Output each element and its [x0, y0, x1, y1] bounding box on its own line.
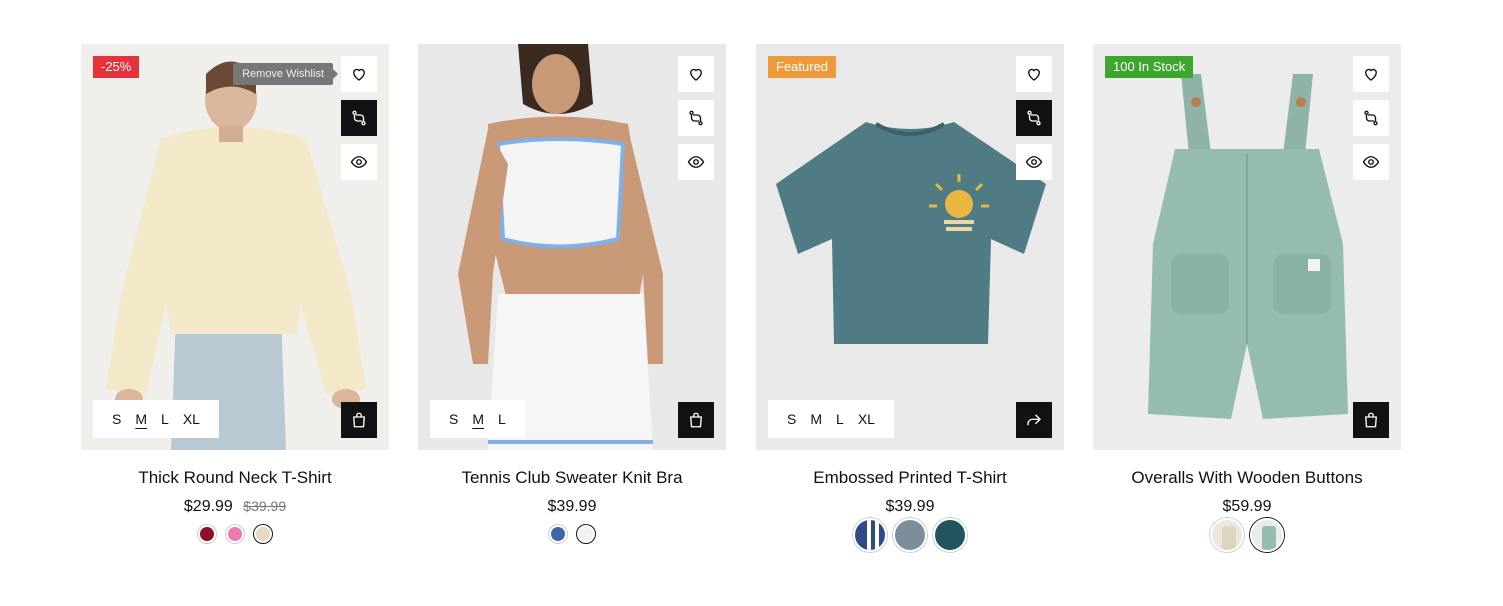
- remove-wishlist-tooltip: Remove Wishlist: [233, 63, 338, 85]
- featured-badge: Featured: [768, 56, 837, 78]
- swatch-image-teal[interactable]: [933, 518, 967, 552]
- heart-icon: [1028, 68, 1040, 81]
- product-title[interactable]: Embossed Printed T-Shirt: [756, 468, 1064, 488]
- size-selector: S M L XL: [768, 400, 894, 438]
- eye-icon: [1025, 156, 1043, 168]
- size-option[interactable]: L: [498, 411, 506, 427]
- swatch-image-grey-blue[interactable]: [893, 518, 927, 552]
- bag-icon: [690, 412, 702, 428]
- wishlist-button[interactable]: [1353, 56, 1389, 92]
- share-button[interactable]: [1016, 402, 1052, 438]
- share-icon: [1027, 414, 1041, 426]
- product-image-area[interactable]: -25% Remove Wishlist S M L XL: [81, 44, 389, 450]
- eye-icon: [1362, 156, 1380, 168]
- size-option[interactable]: L: [161, 411, 169, 427]
- swatch-image-beige[interactable]: [1210, 518, 1244, 552]
- size-option[interactable]: L: [836, 411, 844, 427]
- color-swatch-burgundy[interactable]: [198, 525, 216, 543]
- swatch-image-sage[interactable]: [1250, 518, 1284, 552]
- current-price: $59.99: [1222, 498, 1272, 515]
- compare-icon: [1027, 110, 1041, 126]
- product-image-area[interactable]: 100 In Stock: [1093, 44, 1401, 450]
- color-swatch-pink[interactable]: [226, 525, 244, 543]
- wishlist-button[interactable]: [678, 56, 714, 92]
- size-option[interactable]: S: [112, 411, 121, 427]
- color-swatches: [81, 525, 389, 543]
- size-selector: S M L: [430, 400, 525, 438]
- add-to-cart-button[interactable]: [341, 402, 377, 438]
- current-price: $39.99: [547, 498, 597, 515]
- price-row: $29.99 $39.99: [81, 498, 389, 516]
- product-actions: [678, 56, 714, 188]
- compare-icon: [1364, 110, 1378, 126]
- product-actions: [1353, 56, 1389, 188]
- size-selector: S M L XL: [93, 400, 219, 438]
- size-option[interactable]: XL: [858, 411, 875, 427]
- price-row: $59.99: [1093, 498, 1401, 516]
- product-title[interactable]: Overalls With Wooden Buttons: [1093, 468, 1401, 488]
- product-card: 100 In Stock Overalls With Wooden Button…: [1093, 44, 1401, 552]
- color-swatch-blue[interactable]: [549, 525, 567, 543]
- quick-view-button[interactable]: [678, 144, 714, 180]
- price-row: $39.99: [756, 498, 1064, 516]
- size-option[interactable]: M: [810, 411, 822, 427]
- product-title[interactable]: Thick Round Neck T-Shirt: [81, 468, 389, 488]
- product-grid: -25% Remove Wishlist S M L XL Thick Roun…: [81, 44, 1401, 584]
- heart-icon: [353, 68, 365, 81]
- add-to-cart-button[interactable]: [678, 402, 714, 438]
- product-image-area[interactable]: Featured S M L XL: [756, 44, 1064, 450]
- quick-view-button[interactable]: [341, 144, 377, 180]
- size-option[interactable]: XL: [183, 411, 200, 427]
- color-swatches: [756, 518, 1064, 552]
- add-to-cart-button[interactable]: [1353, 402, 1389, 438]
- color-swatch-white[interactable]: [577, 525, 595, 543]
- product-actions: [341, 56, 377, 188]
- compare-button[interactable]: [1353, 100, 1389, 136]
- original-price: $39.99: [243, 498, 287, 514]
- sale-badge: -25%: [93, 56, 140, 78]
- current-price: $39.99: [885, 498, 935, 515]
- stock-badge: 100 In Stock: [1105, 56, 1194, 78]
- product-actions: [1016, 56, 1052, 188]
- bag-icon: [1365, 412, 1377, 428]
- size-option[interactable]: S: [787, 411, 796, 427]
- quick-view-button[interactable]: [1353, 144, 1389, 180]
- compare-button[interactable]: [678, 100, 714, 136]
- compare-icon: [352, 110, 366, 126]
- product-title[interactable]: Tennis Club Sweater Knit Bra: [418, 468, 726, 488]
- heart-icon: [690, 68, 702, 81]
- product-card: Featured S M L XL Embossed Printed T-Shi…: [756, 44, 1064, 552]
- compare-button[interactable]: [341, 100, 377, 136]
- color-swatch-beige[interactable]: [254, 525, 272, 543]
- product-image-area[interactable]: S M L: [418, 44, 726, 450]
- wishlist-button[interactable]: [341, 56, 377, 92]
- eye-icon: [350, 156, 368, 168]
- compare-button[interactable]: [1016, 100, 1052, 136]
- color-swatches: [418, 525, 726, 543]
- eye-icon: [687, 156, 705, 168]
- price-row: $39.99: [418, 498, 726, 516]
- bag-icon: [353, 412, 365, 428]
- wishlist-button[interactable]: [1016, 56, 1052, 92]
- current-price: $29.99: [183, 498, 233, 515]
- size-option-active[interactable]: M: [135, 411, 147, 427]
- product-card: -25% Remove Wishlist S M L XL Thick Roun…: [81, 44, 389, 543]
- quick-view-button[interactable]: [1016, 144, 1052, 180]
- product-card: S M L Tennis Club Sweater Knit Bra $39.9…: [418, 44, 726, 543]
- swatch-image-stripe[interactable]: [853, 518, 887, 552]
- compare-icon: [689, 110, 703, 126]
- heart-icon: [1365, 68, 1377, 81]
- size-option-active[interactable]: M: [472, 411, 484, 427]
- color-swatches: [1093, 518, 1401, 552]
- size-option[interactable]: S: [449, 411, 458, 427]
